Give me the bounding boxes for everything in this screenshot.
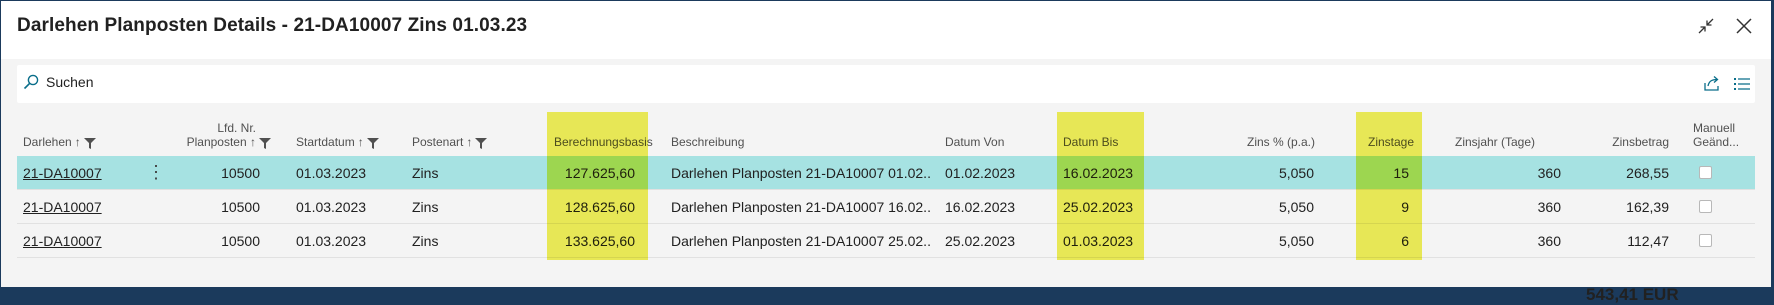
action-bar: Suchen xyxy=(17,65,1755,103)
header-lfd-nr[interactable]: Lfd. Nr. Planposten ↑ xyxy=(177,121,271,149)
header-zins-pct[interactable]: Zins % (p.a.) xyxy=(1167,135,1315,149)
header-berechnungsbasis[interactable]: Berechnungsbasis xyxy=(554,135,653,149)
cell-startdatum: 01.03.2023 xyxy=(296,233,367,249)
cell-zinsjahr: 360 xyxy=(1537,233,1561,249)
cell-postenart: Zins xyxy=(412,199,439,215)
sort-ascending-icon: ↑ xyxy=(466,135,473,149)
filter-icon xyxy=(83,138,96,149)
page-content: Suchen Darlehen ↑ Lfd. Nr. Planposten ↑ … xyxy=(1,59,1771,304)
cell-postenart: Zins xyxy=(412,233,439,249)
sort-ascending-icon: ↑ xyxy=(74,135,81,149)
row-actions-icon[interactable]: ⋮ xyxy=(147,156,165,190)
cell-darlehen[interactable]: 21-DA10007 xyxy=(23,190,133,224)
filter-icon xyxy=(366,138,379,149)
cell-zins-pct: 5,050 xyxy=(1278,165,1314,181)
cell-zins-pct: 5,050 xyxy=(1278,233,1314,249)
header-zinsjahr[interactable]: Zinsjahr (Tage) xyxy=(1455,135,1535,149)
sort-ascending-icon: ↑ xyxy=(357,135,364,149)
header-zinsbetrag[interactable]: Zinsbetrag xyxy=(1557,135,1669,149)
header-datum-von[interactable]: Datum Von xyxy=(945,135,1004,149)
cell-datum-bis: 25.02.2023 xyxy=(1063,199,1134,215)
cell-berechnungsbasis: 128.625,60 xyxy=(564,199,635,215)
share-button[interactable] xyxy=(1702,74,1722,94)
header-datum-bis[interactable]: Datum Bis xyxy=(1063,135,1118,149)
header-zinstage[interactable]: Zinstage xyxy=(1368,135,1414,149)
collapse-arrows-icon xyxy=(1698,18,1714,34)
cell-zinstage: 6 xyxy=(1401,233,1409,249)
cell-darlehen[interactable]: 21-DA10007 xyxy=(23,156,133,190)
cell-startdatum: 01.03.2023 xyxy=(296,199,367,215)
cell-beschreibung: Darlehen Planposten 21-DA10007 01.02.... xyxy=(671,165,931,181)
list-view-icon xyxy=(1734,78,1750,90)
cell-zinsjahr: 360 xyxy=(1537,199,1561,215)
cell-zinsbetrag: 268,55 xyxy=(1626,165,1669,181)
grid-header: Darlehen ↑ Lfd. Nr. Planposten ↑ Startda… xyxy=(17,112,1755,156)
cell-zins-pct: 5,050 xyxy=(1278,199,1314,215)
manuell-checkbox[interactable] xyxy=(1699,200,1712,213)
header-startdatum[interactable]: Startdatum ↑ xyxy=(296,135,379,149)
title-bar: Darlehen Planposten Details - 21-DA10007… xyxy=(1,1,1771,59)
search-button[interactable]: Suchen xyxy=(23,74,93,90)
cell-lfd-nr: 10500 xyxy=(221,199,260,215)
cell-datum-bis: 16.02.2023 xyxy=(1063,165,1134,181)
cell-postenart: Zins xyxy=(412,165,439,181)
collapse-button[interactable] xyxy=(1695,15,1717,37)
header-postenart[interactable]: Postenart ↑ xyxy=(412,135,488,149)
share-icon xyxy=(1704,76,1719,91)
cell-startdatum: 01.03.2023 xyxy=(296,165,367,181)
cell-zinsjahr: 360 xyxy=(1537,165,1561,181)
cell-zinsbetrag: 162,39 xyxy=(1626,199,1669,215)
close-icon xyxy=(1736,18,1752,34)
manuell-checkbox[interactable] xyxy=(1699,234,1712,247)
cell-datum-von: 16.02.2023 xyxy=(945,199,1016,215)
cell-darlehen[interactable]: 21-DA10007 xyxy=(23,224,133,258)
cell-beschreibung: Darlehen Planposten 21-DA10007 16.02.... xyxy=(671,199,931,215)
header-beschreibung[interactable]: Beschreibung xyxy=(671,135,744,149)
table-row[interactable]: 21-DA10007 10500 01.03.2023 Zins 127.625,60 D… xyxy=(17,156,1755,190)
cell-lfd-nr: 10500 xyxy=(221,233,260,249)
cell-lfd-nr: 10500 xyxy=(221,165,260,181)
search-label: Suchen xyxy=(46,74,94,90)
search-icon xyxy=(23,74,39,90)
cell-zinsbetrag: 112,47 xyxy=(1627,233,1669,249)
cell-datum-bis: 01.03.2023 xyxy=(1063,233,1134,249)
cell-berechnungsbasis: 127.625,60 xyxy=(564,165,635,181)
header-manuell[interactable]: Manuell Geänd... xyxy=(1693,121,1739,149)
cell-datum-von: 25.02.2023 xyxy=(945,233,1016,249)
page-title: Darlehen Planposten Details - 21-DA10007… xyxy=(17,15,528,36)
cell-beschreibung: Darlehen Planposten 21-DA10007 25.02.... xyxy=(671,233,931,249)
manuell-checkbox[interactable] xyxy=(1699,166,1712,179)
cell-berechnungsbasis: 133.625,60 xyxy=(564,233,635,249)
table-row[interactable]: 21-DA10007 10500 01.03.2023 Zins 128.625,60 D… xyxy=(17,190,1755,224)
cell-zinstage: 15 xyxy=(1393,165,1409,181)
header-darlehen[interactable]: Darlehen ↑ xyxy=(23,135,96,149)
table-row[interactable]: 21-DA10007 10500 01.03.2023 Zins 133.625,60 D… xyxy=(17,224,1755,258)
filter-icon xyxy=(475,138,488,149)
total-amount: 543,41 EUR xyxy=(1586,285,1679,304)
filter-icon xyxy=(259,138,271,149)
list-view-button[interactable] xyxy=(1732,74,1752,94)
dialog-window: Darlehen Planposten Details - 21-DA10007… xyxy=(1,1,1771,304)
close-button[interactable] xyxy=(1733,15,1755,37)
cell-datum-von: 01.02.2023 xyxy=(945,165,1016,181)
sort-ascending-icon: ↑ xyxy=(250,135,256,149)
cell-zinstage: 9 xyxy=(1401,199,1409,215)
